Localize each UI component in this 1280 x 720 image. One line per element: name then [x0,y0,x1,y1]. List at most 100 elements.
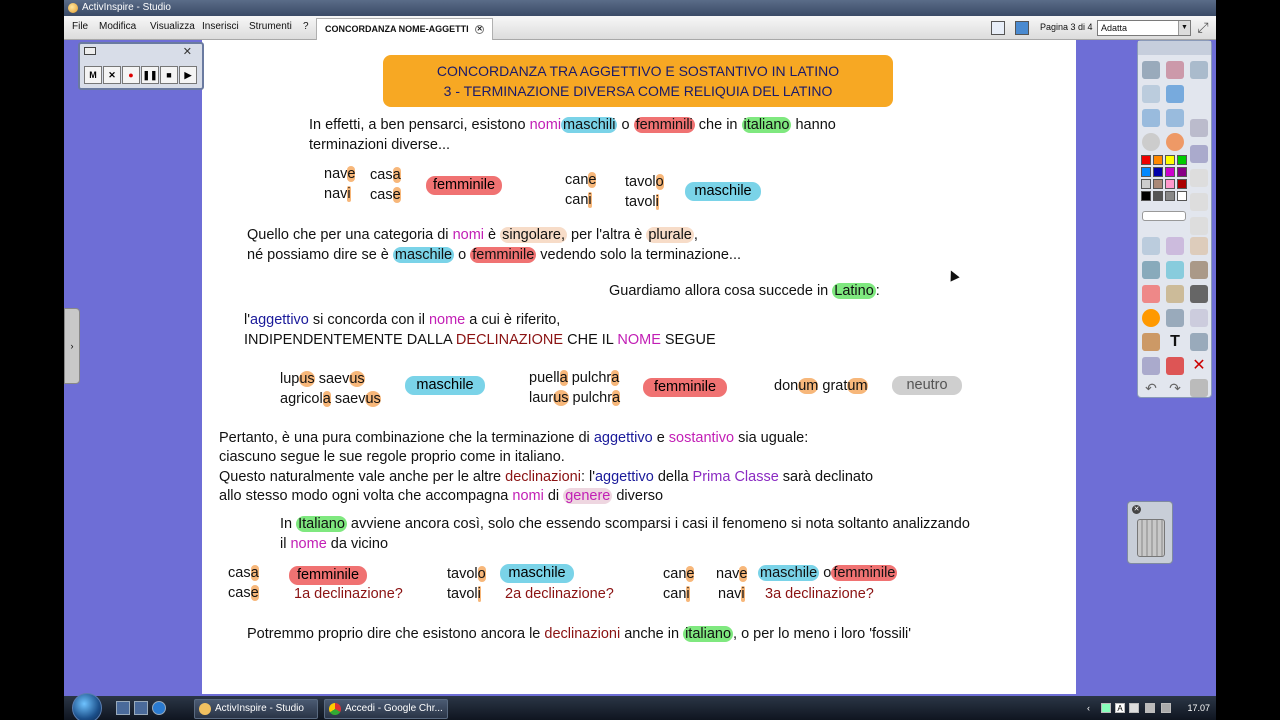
color-swatch-navy[interactable] [1153,167,1163,177]
color-swatch-red[interactable] [1141,155,1151,165]
shapes-icon[interactable] [1190,217,1208,235]
redo-icon[interactable]: ↷ [1166,379,1184,397]
menu-visualizza[interactable]: Visualizza [150,21,195,32]
tray-expand-icon[interactable]: ‹ [1087,699,1090,717]
tab-document[interactable]: CONCORDANZA NOME-AGGETTI ✕ [316,18,494,40]
para-line-4: allo stesso modo ogni volta che accompag… [219,488,664,504]
pause-button[interactable]: ❚❚ [141,66,159,84]
menu-help[interactable]: ? [303,21,309,32]
flipchart-page[interactable]: CONCORDANZA TRA AGGETTIVO E SOSTANTIVO I… [202,40,1076,694]
menu-inserisci[interactable]: Inserisci [202,21,239,32]
color-swatch-black[interactable] [1141,191,1151,201]
word-cane-2: cane [663,566,695,582]
volume-icon[interactable] [1145,703,1155,713]
app-window: ActivInspire - Studio File Modifica Visu… [64,0,1216,720]
fit-page-icon[interactable]: ⤢ [1195,20,1211,36]
menu-modifica[interactable]: Modifica [99,21,136,32]
color-swatch-purple[interactable] [1177,167,1187,177]
save-icon[interactable] [1190,285,1208,303]
color-swatch-blue[interactable] [1141,167,1151,177]
clear-icon[interactable]: ✕ [1190,357,1208,375]
close-icon[interactable]: ✕ [183,45,192,58]
select-arrow-icon[interactable] [1142,237,1160,255]
browser-icon[interactable] [1190,119,1208,137]
tray-misc-icon[interactable] [1161,703,1171,713]
previous-page-icon[interactable] [1142,109,1160,127]
color-swatch-yellow[interactable] [1165,155,1175,165]
menu-strumenti[interactable]: Strumenti [249,21,292,32]
play-button[interactable]: ▶ [179,66,197,84]
trash-can-icon[interactable] [1137,519,1165,557]
resize-icon[interactable] [1190,333,1208,351]
color-swatch-orange[interactable] [1153,155,1163,165]
main-menu-icon[interactable] [1142,61,1160,79]
scissors-icon[interactable] [1166,237,1184,255]
clock-icon[interactable] [1142,133,1160,151]
fill-icon[interactable] [1190,193,1208,211]
text-tool-icon[interactable]: T [1166,333,1184,351]
clock[interactable]: 17.07 [1187,699,1210,717]
window-title: ActivInspire - Studio [82,2,171,13]
eraser-icon[interactable] [1142,285,1160,303]
profile-icon[interactable] [1166,61,1184,79]
title-line-2: 3 - TERMINAZIONE DIVERSA COME RELIQUIA D… [443,83,833,99]
flask-icon[interactable] [1142,357,1160,375]
highlighter-icon[interactable] [1166,261,1184,279]
color-swatch-pink[interactable] [1165,179,1175,189]
title-bar: ActivInspire - Studio [64,0,1216,16]
start-button[interactable] [72,693,102,720]
tray-app-icon[interactable] [1101,703,1111,713]
trash-panel[interactable]: ✕ [1127,501,1173,564]
duplicate-icon[interactable] [1190,379,1208,397]
menu-file[interactable]: File [72,21,88,32]
color-swatch-darkred[interactable] [1177,179,1187,189]
recorder-close-button[interactable]: ✕ [103,66,121,84]
pen-icon[interactable] [1142,261,1160,279]
fill-bucket-icon[interactable] [1166,285,1184,303]
switch-windows-icon[interactable] [134,701,148,715]
word-puella-pulchra: puella pulchra [529,370,620,386]
color-swatch-brown[interactable] [1153,179,1163,189]
connector-icon[interactable] [1190,237,1208,255]
media-icon[interactable] [1142,333,1160,351]
clipboard-icon[interactable] [1190,309,1208,327]
shape-recognition-icon[interactable] [1142,309,1160,327]
color-swatch-lightgray[interactable] [1141,179,1151,189]
color-swatch-gray[interactable] [1165,191,1175,201]
undo-page-icon[interactable] [1166,85,1184,103]
web-icon[interactable] [1166,133,1184,151]
tools-icon[interactable] [1190,61,1208,79]
chevron-down-icon[interactable]: ▼ [1178,21,1190,35]
word-nave: nave [324,166,356,182]
zoom-select[interactable]: Adatta ▼ [1097,20,1191,36]
page-browser-icon[interactable] [991,21,1005,35]
close-icon[interactable]: ✕ [1132,505,1141,514]
width-slider[interactable] [1142,211,1186,221]
taskbar-activinspire[interactable]: ActivInspire - Studio [194,699,318,719]
show-desktop-icon[interactable] [116,701,130,715]
next-page-icon[interactable] [1166,109,1184,127]
magic-ink-icon[interactable] [1190,261,1208,279]
toolbox-titlebar[interactable] [1138,41,1211,55]
reset-page-icon[interactable] [1166,357,1184,375]
recorder-m-button[interactable]: M [84,66,102,84]
record-button[interactable]: ● [122,66,140,84]
color-swatch-white[interactable] [1177,191,1187,201]
network-icon[interactable] [1015,21,1029,35]
taskbar-chrome[interactable]: Accedi - Google Chr... [324,699,448,719]
color-swatch-magenta[interactable] [1165,167,1175,177]
language-icon[interactable]: A [1115,703,1125,713]
undo-icon[interactable]: ↶ [1142,379,1160,397]
color-swatch-green[interactable] [1177,155,1187,165]
taskbar-activinspire-label: ActivInspire - Studio [215,703,304,714]
page-icon[interactable] [1142,85,1160,103]
browser-drawer-handle[interactable]: › [64,308,80,384]
marquee-icon[interactable] [1166,309,1184,327]
internet-explorer-icon[interactable] [152,701,166,715]
tray-network-icon[interactable] [1129,703,1139,713]
color-picker-icon[interactable] [1190,169,1208,187]
stop-button[interactable]: ■ [160,66,178,84]
color-swatch-darkgray[interactable] [1153,191,1163,201]
grid-icon[interactable] [1190,145,1208,163]
tab-close-icon[interactable]: ✕ [475,25,485,35]
